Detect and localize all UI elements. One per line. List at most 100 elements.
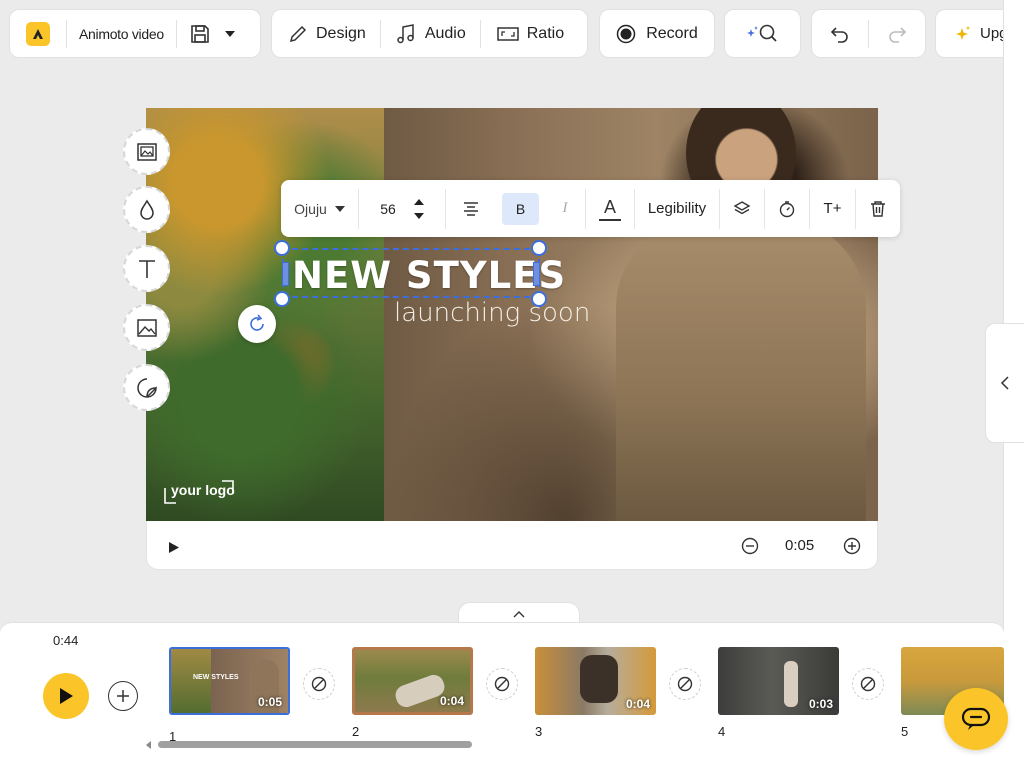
editor-toolbar: Design Audio Ratio [271,9,588,58]
layers-button[interactable] [720,180,764,237]
italic-label: I [562,200,568,216]
ai-search-button[interactable] [724,9,801,58]
media-tool-button[interactable] [123,128,170,175]
layers-icon [733,200,751,214]
audio-label: Audio [424,24,466,42]
scene-duration-2: 0:04 [439,694,464,708]
text-color-label: A [603,196,616,217]
animoto-logo-icon [26,21,50,46]
transition-button-1[interactable] [303,668,335,700]
ratio-button[interactable]: Ratio [481,10,578,57]
trench-coat-figure [616,218,866,521]
resize-handle-right[interactable] [533,262,540,286]
scene-duration: 0:05 [785,537,815,554]
redo-icon [889,26,907,43]
text-icon [138,259,155,278]
media-icon [136,142,157,161]
expand-timeline-button[interactable] [458,602,580,624]
scene-number-3: 3 [535,724,543,739]
video-subtitle-text[interactable]: launching soon [394,298,590,328]
text-selection-box[interactable] [282,248,540,298]
scene-thumbnail-1[interactable]: NEW STYLES 0:05 [169,647,290,715]
right-panel-toggle[interactable] [985,323,1024,443]
ratio-label: Ratio [526,24,565,42]
preview-play-button[interactable] [169,540,179,558]
scene-thumbnail-2[interactable]: 0:04 [352,647,473,715]
resize-handle-bottom-left[interactable] [274,291,290,307]
project-name[interactable]: Animoto video [67,10,176,57]
legibility-button[interactable]: Legibility [635,180,719,237]
design-button[interactable]: Design [272,10,380,57]
scroll-left-arrow[interactable] [146,741,151,749]
record-label: Record [646,24,698,42]
droplet-icon [139,199,154,220]
pencil-icon [289,25,307,42]
italic-button[interactable]: I [545,180,585,237]
resize-handle-left[interactable] [282,262,289,286]
chat-button[interactable] [944,688,1008,750]
scene-thumbnail-3[interactable]: 0:04 [535,647,656,715]
scene-duration-4: 0:03 [808,697,833,711]
font-name: Ojuju [294,200,327,217]
align-center-icon [464,201,478,216]
undo-button[interactable] [812,10,868,57]
increase-size-icon[interactable] [413,198,424,205]
undo-icon [830,26,848,43]
font-size-stepper[interactable]: 56 [359,180,445,237]
text-tool-button[interactable] [123,245,170,292]
total-time: 0:44 [53,633,79,648]
timeline-scrollbar[interactable] [158,741,472,748]
minus-circle-icon [741,537,759,555]
rotate-button[interactable] [238,305,276,343]
chevron-left-icon [1000,376,1009,390]
decrease-duration-button[interactable] [741,537,759,560]
audio-button[interactable]: Audio [381,10,480,57]
resize-handle-top-right[interactable] [531,240,547,256]
music-note-icon [397,23,414,43]
decrease-size-icon[interactable] [413,212,424,219]
play-button[interactable] [43,673,89,719]
chevron-up-icon [513,610,525,617]
animoto-logo-button[interactable] [10,10,66,57]
play-icon [60,688,73,704]
save-button[interactable] [177,10,247,57]
chat-icon [961,707,991,730]
transition-button-2[interactable] [486,668,518,700]
record-icon [616,24,636,43]
history-toolbar [811,9,926,58]
scene-duration-3: 0:04 [625,697,650,711]
redo-button[interactable] [869,10,925,57]
rotate-icon [250,314,264,331]
text-color-button[interactable]: A [586,180,634,237]
image-tool-button[interactable] [123,304,170,351]
scene-number-2: 2 [352,724,360,739]
scene-thumbnail-4[interactable]: 0:03 [718,647,839,715]
add-scene-button[interactable] [108,681,138,711]
transition-button-4[interactable] [852,668,884,700]
no-transition-icon [494,676,510,692]
save-icon [191,24,209,43]
timing-button[interactable] [765,180,809,237]
resize-handle-top-left[interactable] [274,240,290,256]
add-text-button[interactable]: T+ [810,180,855,237]
transition-button-3[interactable] [669,668,701,700]
resize-handle-bottom-right[interactable] [531,291,547,307]
scene-number-4: 4 [718,724,726,739]
chevron-down-icon [224,30,235,37]
record-button[interactable]: Record [599,9,715,58]
bold-button[interactable]: B [502,192,539,225]
color-tool-button[interactable] [123,186,170,233]
delete-button[interactable] [856,180,900,237]
text-format-toolbar: Ojuju 56 B I A Legibility T+ [281,180,900,237]
font-select[interactable]: Ojuju [281,180,358,237]
scene-thumb-title: NEW STYLES [193,674,239,681]
no-transition-icon [311,676,327,692]
plus-circle-icon [843,537,861,555]
no-transition-icon [677,676,693,692]
project-toolbar: Animoto video [9,9,261,58]
align-button[interactable] [446,180,496,237]
logo-placeholder[interactable]: your logo [164,480,235,504]
sticker-tool-button[interactable] [123,364,170,411]
plus-icon [117,690,129,702]
increase-duration-button[interactable] [843,537,861,560]
